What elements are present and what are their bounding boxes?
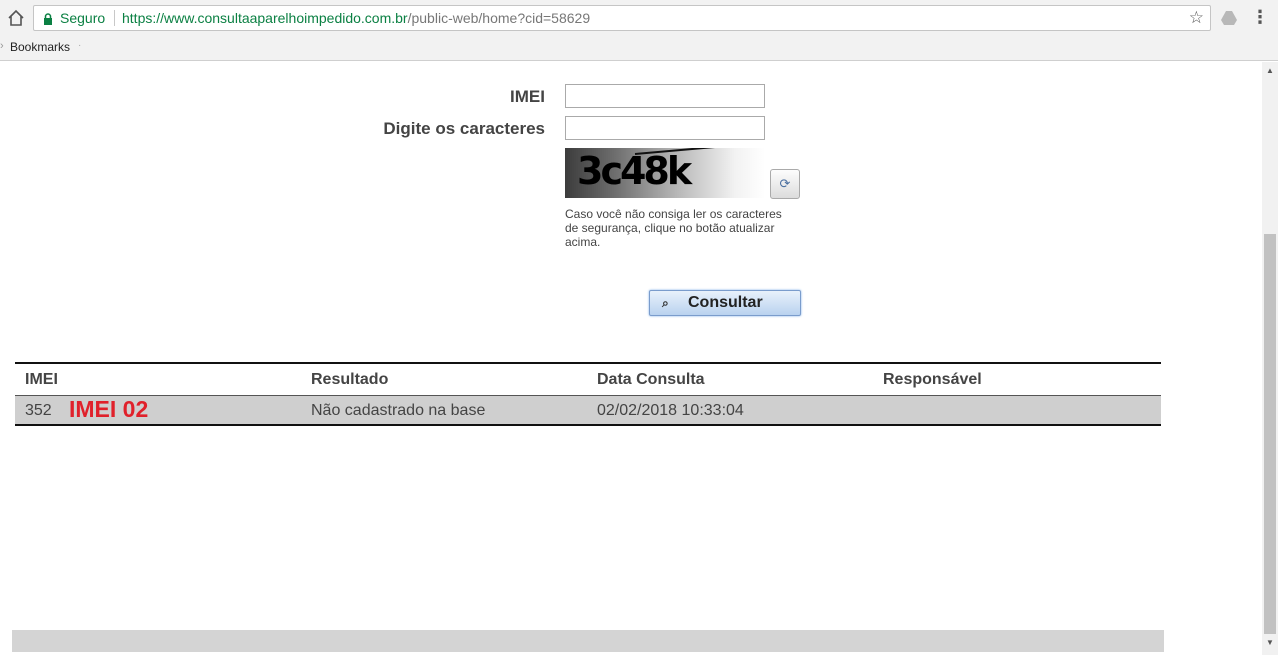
footer-bar [12,630,1164,652]
search-icon: ⌕ [662,296,669,310]
table-row: 352 IMEI 02 Não cadastrado na base 02/02… [15,395,1161,426]
bookmark-overflow-icon[interactable]: › [0,40,4,52]
scroll-up-arrow-icon[interactable]: ▲ [1266,66,1274,75]
secure-label: Seguro [60,10,106,26]
scroll-down-arrow-icon[interactable]: ▼ [1266,638,1274,647]
browser-toolbar: Seguro https://www.consultaaparelhoimped… [0,0,1278,36]
cell-resultado: Não cadastrado na base [311,402,486,419]
browser-menu-icon[interactable]: ⋮ [1250,8,1270,28]
url-domain: https://www.consultaaparelhoimpedido.com… [122,10,408,26]
page-content: IMEI Digite os caracteres 3c48k ⟳ Caso v… [0,62,1262,655]
captcha-text: 3c48k [577,149,692,193]
bookmarks-folder[interactable]: Bookmarks [10,40,70,54]
consultar-button-label: Consultar [688,294,763,311]
imei-label: IMEI [510,87,545,106]
url-path: /public-web/home?cid=58629 [407,10,591,26]
cell-imei: 352 [25,402,52,419]
lock-icon [42,12,54,25]
results-table: IMEI Resultado Data Consulta Responsável… [15,362,1161,426]
omnibox-divider [114,10,115,26]
table-header: IMEI Resultado Data Consulta Responsável [15,364,1161,395]
address-bar[interactable]: Seguro https://www.consultaaparelhoimped… [33,5,1211,31]
cell-data-consulta: 02/02/2018 10:33:04 [597,402,744,419]
imei-input[interactable] [565,84,765,108]
vertical-scrollbar[interactable]: ▲ ▼ [1262,62,1278,655]
scroll-thumb[interactable] [1264,234,1276,634]
refresh-icon: ⟳ [779,176,791,191]
bookmark-star-icon[interactable]: ☆ [1189,8,1204,28]
url-text[interactable]: https://www.consultaaparelhoimpedido.com… [122,10,590,26]
imei-overlay-label: IMEI 02 [69,396,149,422]
drive-extension-icon[interactable] [1220,9,1238,27]
consultar-button[interactable]: ⌕ Consultar [649,290,801,316]
bookmarks-separator: · [78,40,82,51]
captcha-label: Digite os caracteres [383,119,545,138]
header-resultado: Resultado [311,371,389,388]
header-data-consulta: Data Consulta [597,371,705,388]
captcha-input[interactable] [565,116,765,140]
header-imei: IMEI [25,371,58,388]
home-icon[interactable] [6,8,26,28]
bookmarks-bar: › Bookmarks · [0,36,1278,61]
refresh-captcha-button[interactable]: ⟳ [770,169,800,199]
captcha-image: 3c48k [565,148,765,198]
captcha-help-text: Caso você não consiga ler os caracteres … [565,207,782,249]
header-responsavel: Responsável [883,371,982,388]
